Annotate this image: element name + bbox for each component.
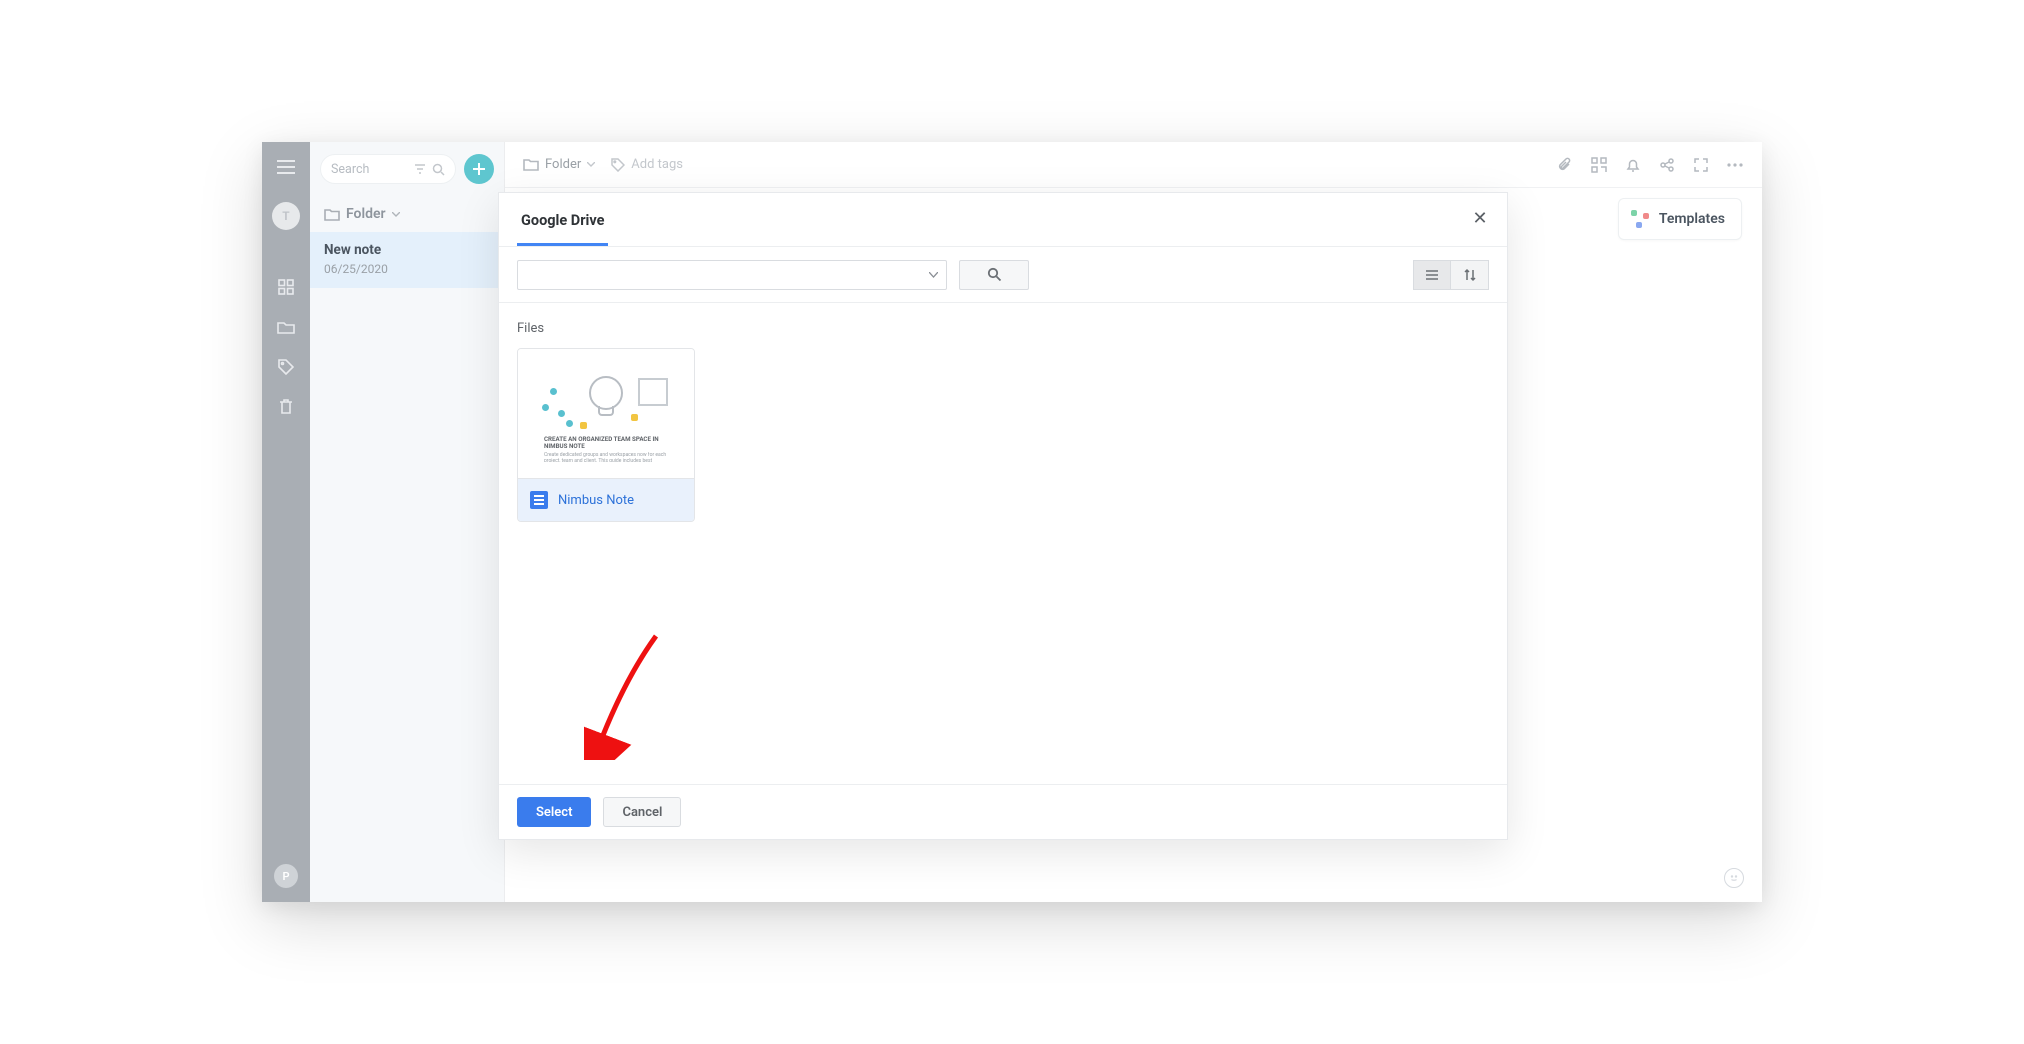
note-list-item[interactable]: New note 06/25/2020 — [310, 232, 504, 288]
files-section-label: Files — [517, 321, 1489, 336]
add-tags-label: Add tags — [631, 157, 683, 172]
share-icon[interactable] — [1658, 156, 1676, 174]
user-avatar[interactable]: P — [274, 864, 298, 888]
modal-title: Google Drive — [517, 196, 608, 246]
cancel-button[interactable]: Cancel — [603, 797, 681, 827]
add-tags-button[interactable]: Add tags — [611, 157, 683, 172]
more-icon[interactable] — [1726, 156, 1744, 174]
search-icon — [432, 163, 445, 176]
view-toggle — [1413, 260, 1489, 290]
google-doc-icon — [530, 491, 548, 509]
thumb-subtext: Create dedicated groups and workspaces n… — [544, 452, 668, 462]
annotation-arrow — [584, 630, 664, 760]
select-button[interactable]: Select — [517, 797, 591, 827]
templates-button[interactable]: Templates — [1618, 198, 1742, 240]
modal-toolbar — [499, 247, 1507, 303]
templates-label: Templates — [1659, 211, 1725, 227]
new-note-button[interactable] — [464, 154, 494, 184]
search-icon — [987, 267, 1002, 282]
folder-icon — [324, 208, 340, 221]
templates-icon — [1631, 210, 1649, 228]
filter-icon — [414, 163, 426, 175]
chevron-down-icon — [587, 162, 595, 167]
folder-label: Folder — [346, 206, 386, 222]
breadcrumb-label: Folder — [545, 157, 581, 172]
folder-icon[interactable] — [275, 316, 297, 338]
qr-icon[interactable] — [1590, 156, 1608, 174]
drive-search-input[interactable] — [517, 260, 947, 290]
emoji-button[interactable] — [1724, 868, 1744, 888]
search-input[interactable]: Search — [320, 154, 456, 184]
tag-icon[interactable] — [275, 356, 297, 378]
breadcrumb-folder[interactable]: Folder — [523, 157, 595, 172]
app-window: T P Search — [262, 142, 1762, 902]
folder-icon — [523, 158, 539, 171]
trash-icon[interactable] — [275, 396, 297, 418]
note-date: 06/25/2020 — [324, 262, 490, 276]
attachment-icon[interactable] — [1556, 156, 1574, 174]
tag-icon — [611, 158, 625, 172]
file-thumbnail: CREATE AN ORGANIZED TEAM SPACE IN NIMBUS… — [518, 349, 694, 479]
bell-icon[interactable] — [1624, 156, 1642, 174]
modal-body: Files CREATE AN ORGANIZED TEAM SPACE IN … — [499, 303, 1507, 784]
close-button[interactable]: ✕ — [1467, 205, 1493, 231]
list-view-button[interactable] — [1413, 260, 1451, 290]
google-drive-modal: Google Drive ✕ Files — [498, 192, 1508, 840]
icon-rail: T P — [262, 142, 310, 902]
search-placeholder: Search — [331, 162, 369, 177]
menu-icon[interactable] — [275, 156, 297, 178]
drive-file-card[interactable]: CREATE AN ORGANIZED TEAM SPACE IN NIMBUS… — [517, 348, 695, 522]
expand-icon[interactable] — [1692, 156, 1710, 174]
chevron-down-icon — [929, 272, 938, 278]
thumb-caption: CREATE AN ORGANIZED TEAM SPACE IN NIMBUS… — [544, 436, 668, 452]
modal-footer: Select Cancel — [499, 784, 1507, 839]
editor-toolbar: Folder Add tags — [505, 142, 1762, 188]
sort-button[interactable] — [1451, 260, 1489, 290]
file-name: Nimbus Note — [558, 493, 634, 508]
chevron-down-icon — [392, 212, 400, 217]
note-list-panel: Search Folder New note 06/25/2020 — [310, 142, 505, 902]
dashboard-icon[interactable] — [275, 276, 297, 298]
modal-header: Google Drive ✕ — [499, 193, 1507, 247]
workspace-avatar[interactable]: T — [272, 202, 300, 230]
note-title: New note — [324, 242, 490, 258]
list-folder-selector[interactable]: Folder — [310, 192, 504, 232]
drive-search-button[interactable] — [959, 260, 1029, 290]
